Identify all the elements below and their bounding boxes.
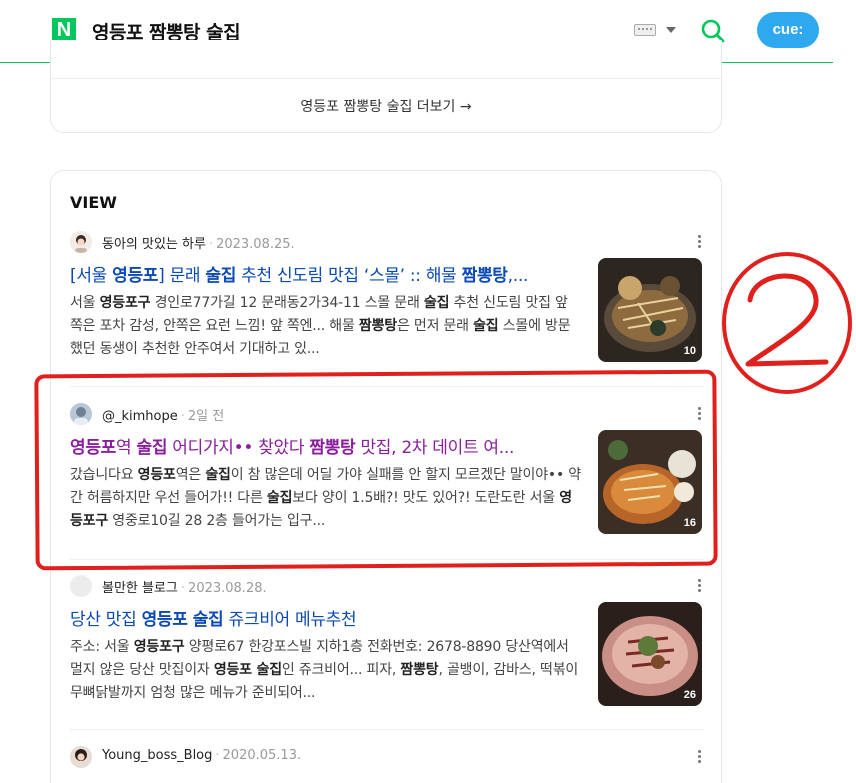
annotation-number xyxy=(745,273,829,367)
result-description: 주소: 서울 영등포구 양평로67 한강포스빌 지하1층 전화번호: 2678-… xyxy=(70,639,579,701)
chevron-down-icon[interactable] xyxy=(666,27,676,33)
image-count: 10 xyxy=(683,345,696,357)
more-results-link[interactable]: 영등포 짬뽕탕 술집 더보기 → xyxy=(51,96,721,116)
more-options-icon[interactable] xyxy=(694,577,704,595)
avatar[interactable] xyxy=(70,231,92,253)
author-row: 동아의 맛있는 하루 · 2023.08.25. xyxy=(70,231,704,253)
author-name[interactable]: 동아의 맛있는 하루 · 2023.08.25. xyxy=(102,233,295,252)
keyboard-icon[interactable] xyxy=(634,24,656,36)
results-card-bottom: 영등포 짬뽕탕 술집 더보기 → xyxy=(50,40,722,133)
image-count: 26 xyxy=(683,689,696,701)
author-name[interactable]: Young_boss_Blog · 2020.05.13. xyxy=(102,748,301,763)
cue-button[interactable]: cue: xyxy=(757,12,819,48)
avatar[interactable] xyxy=(70,575,92,597)
naver-logo[interactable]: N xyxy=(52,18,76,42)
result-title[interactable]: [서울 영등포] 문래 술집 추천 신도림 맛집 ‘스몰’ :: 해물 짬뽕탕,… xyxy=(70,261,582,286)
annotation-highlight-box xyxy=(34,369,718,571)
author-name[interactable]: 볼만한 블로그 · 2023.08.28. xyxy=(102,577,267,596)
result-thumbnail[interactable]: 26 xyxy=(598,602,702,706)
result-description: 서울 영등포구 경인로77가길 12 문래동2가34-11 스몰 문래 술집 추… xyxy=(70,295,571,357)
section-title: VIEW xyxy=(70,193,117,212)
author-row: 볼만한 블로그 · 2023.08.28. xyxy=(70,575,704,597)
divider xyxy=(51,78,721,79)
avatar[interactable] xyxy=(70,746,92,768)
more-options-icon[interactable] xyxy=(694,748,704,766)
more-options-icon[interactable] xyxy=(694,233,704,251)
result-thumbnail[interactable]: 10 xyxy=(598,258,702,362)
result-title[interactable]: 당산 맛집 영등포 술집 쥬크비어 메뉴추천 xyxy=(70,605,582,630)
author-row: Young_boss_Blog · 2020.05.13. xyxy=(70,746,704,768)
divider xyxy=(70,729,704,730)
